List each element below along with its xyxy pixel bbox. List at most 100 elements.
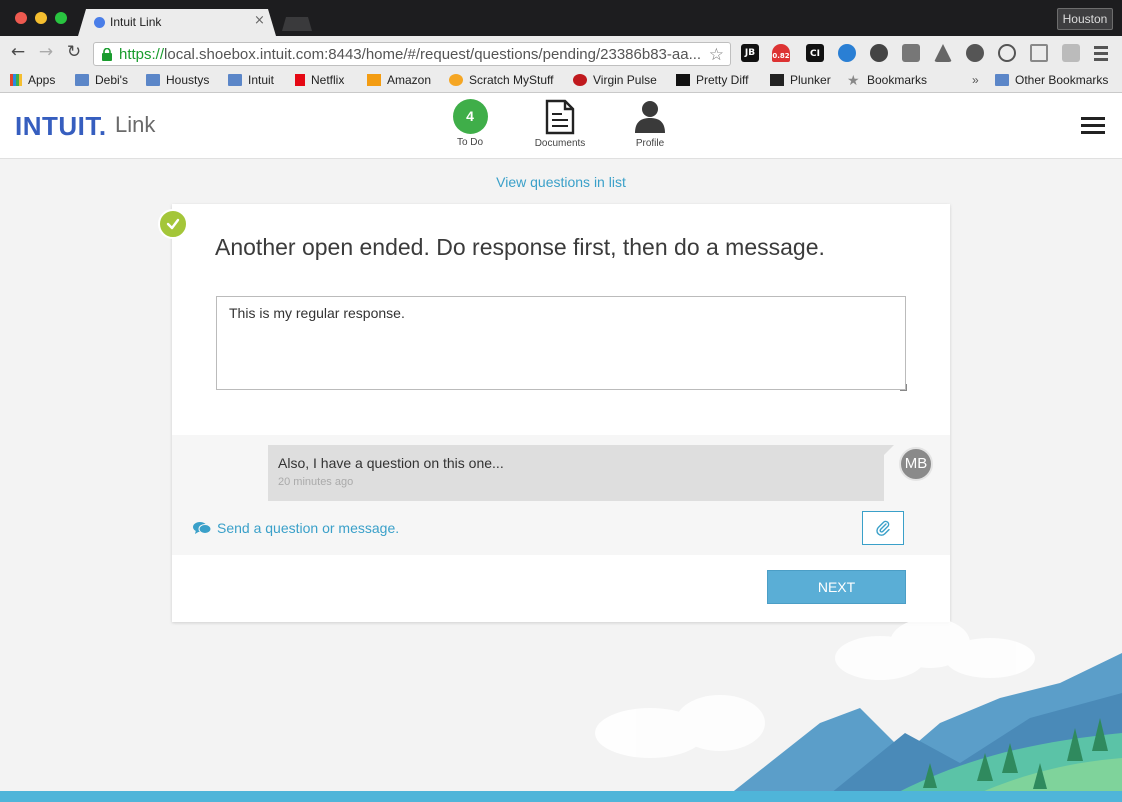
profile-person-icon (635, 101, 665, 133)
bookmark-label: Bookmarks (867, 73, 928, 87)
nav-documents[interactable]: Documents (525, 99, 595, 149)
bookmark-label: Amazon (387, 73, 432, 87)
extension-jb-icon[interactable]: JB (741, 44, 759, 62)
folder-icon (995, 74, 1009, 86)
attach-file-button[interactable] (862, 511, 904, 545)
bookmark-label: Netflix (311, 73, 345, 87)
avatar: MB (899, 447, 933, 481)
pretty-diff-icon (676, 74, 690, 86)
url-path: local.shoebox.intuit.com:8443/home/#/req… (164, 46, 701, 63)
bookmark-label: Scratch MyStuff (469, 73, 554, 87)
todo-count-badge: 4 (452, 99, 488, 134)
amazon-icon (367, 74, 381, 86)
paperclip-icon (876, 520, 890, 536)
extension-target-icon[interactable] (998, 44, 1016, 62)
new-tab-button[interactable] (282, 17, 312, 31)
bookmark-virgin-pulse[interactable]: Virgin Pulse (573, 73, 657, 87)
send-message-link[interactable]: Send a question or message. (193, 520, 399, 536)
bookmark-label: Other Bookmarks (1015, 73, 1109, 87)
bookmark-apps[interactable]: Apps (10, 73, 55, 87)
bookmark-label: Debi's (95, 73, 128, 87)
next-button[interactable]: NEXT (767, 570, 906, 604)
bookmark-plunker[interactable]: Plunker (770, 73, 831, 87)
app-header: INTUIT. Link 4 To Do Documents Profile (0, 93, 1122, 159)
chat-bubbles-icon (193, 522, 211, 534)
plunker-icon (770, 74, 784, 86)
hamburger-menu-icon[interactable] (1081, 117, 1105, 135)
bookmark-label: Intuit (248, 73, 275, 87)
bookmark-netflix[interactable]: Netflix (295, 73, 344, 87)
view-questions-in-list-link[interactable]: View questions in list (0, 174, 1122, 190)
virgin-pulse-icon (573, 74, 587, 86)
product-name: Link (115, 112, 156, 137)
bookmark-scratch[interactable]: Scratch MyStuff (449, 73, 553, 87)
message-bubble-tail (884, 445, 894, 455)
tab-title: Intuit Link (110, 15, 162, 29)
bookmarks-bar: Apps Debi's Houstys Intuit Netflix Amazo… (0, 70, 1122, 93)
cast-icon[interactable] (1030, 44, 1048, 62)
bookmark-pretty-diff[interactable]: Pretty Diff (676, 73, 748, 87)
message-thread: Also, I have a question on this one... 2… (172, 435, 950, 555)
apps-grid-icon (10, 74, 22, 86)
water-band (0, 791, 1122, 802)
chrome-menu-icon[interactable] (1094, 44, 1108, 62)
nav-profile[interactable]: Profile (615, 99, 685, 149)
extension-grey-icon[interactable] (902, 44, 920, 62)
extension-b-icon[interactable] (1062, 44, 1080, 62)
star-icon: ★ (847, 72, 860, 88)
browser-toolbar: ← → ↻ https://local.shoebox.intuit.com:8… (0, 36, 1122, 70)
bookmark-star-icon[interactable]: ☆ (709, 45, 724, 65)
address-bar[interactable]: https://local.shoebox.intuit.com:8443/ho… (93, 42, 731, 66)
bookmark-houstys[interactable]: Houstys (146, 73, 209, 87)
bookmark-other[interactable]: Other Bookmarks (995, 73, 1108, 87)
folder-icon (75, 74, 89, 86)
bookmark-intuit[interactable]: Intuit (228, 73, 274, 87)
folder-icon (146, 74, 160, 86)
bookmark-bookmarks[interactable]: ★ Bookmarks (847, 73, 927, 87)
window-close-button[interactable] (15, 12, 27, 24)
question-text: Another open ended. Do response first, t… (215, 234, 825, 260)
bookmark-amazon[interactable]: Amazon (367, 73, 431, 87)
nav-todo[interactable]: 4 To Do (435, 99, 505, 148)
url-scheme: https:// (119, 46, 165, 63)
message-bubble: Also, I have a question on this one... 2… (268, 445, 884, 501)
textarea-resize-handle[interactable] (900, 384, 907, 391)
browser-titlebar: Intuit Link × Houston (0, 0, 1122, 36)
question-card: Another open ended. Do response first, t… (172, 204, 950, 622)
send-message-label: Send a question or message. (217, 520, 400, 536)
message-text: Also, I have a question on this one... (278, 455, 504, 471)
extension-shield-icon[interactable] (966, 44, 984, 62)
extension-circle-icon[interactable] (870, 44, 888, 62)
document-icon (545, 99, 575, 135)
bookmark-label: Virgin Pulse (593, 73, 657, 87)
browser-tab-active[interactable]: Intuit Link × (78, 9, 276, 36)
forward-arrow-icon[interactable]: → (36, 42, 56, 62)
nav-documents-label: Documents (534, 138, 586, 149)
bookmark-debis[interactable]: Debi's (75, 73, 128, 87)
extension-blue-icon[interactable] (838, 44, 856, 62)
lock-icon (102, 48, 112, 61)
netflix-icon (295, 74, 305, 86)
bookmark-label: Houstys (166, 73, 210, 87)
message-timestamp: 20 minutes ago (278, 476, 354, 488)
extension-ci-icon[interactable]: CI (806, 44, 824, 62)
folder-icon (228, 74, 242, 86)
answered-check-icon (158, 209, 188, 239)
extension-drive-icon[interactable] (934, 44, 952, 62)
nav-todo-label: To Do (456, 137, 484, 148)
extension-speed-icon[interactable]: 0.82 (772, 44, 790, 62)
profile-switcher-button[interactable]: Houston (1057, 8, 1113, 30)
back-arrow-icon[interactable]: ← (8, 42, 28, 62)
tab-close-icon[interactable]: × (254, 13, 265, 28)
bookmark-label: Apps (28, 73, 56, 87)
url-text: https://local.shoebox.intuit.com:8443/ho… (119, 46, 701, 63)
response-textarea[interactable]: This is my regular response. (216, 296, 906, 390)
intuit-logo[interactable]: INTUIT. (15, 111, 107, 142)
bookmarks-overflow-icon[interactable]: » (972, 73, 979, 87)
landscape-illustration (0, 618, 1122, 802)
reload-icon[interactable]: ↻ (64, 42, 84, 62)
window-maximize-button[interactable] (55, 12, 67, 24)
window-minimize-button[interactable] (35, 12, 47, 24)
tab-favicon-icon (94, 17, 105, 28)
app-viewport: INTUIT. Link 4 To Do Documents Profile V… (0, 93, 1122, 802)
